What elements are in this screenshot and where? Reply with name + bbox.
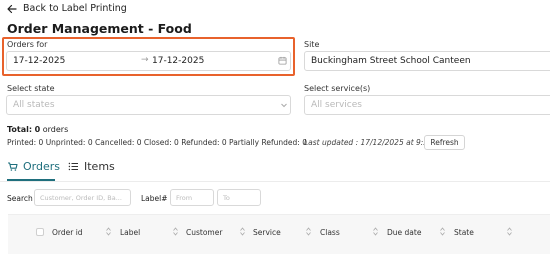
site-select[interactable]: Buckingham Street School Canteen (304, 51, 550, 71)
cart-icon (8, 162, 18, 171)
sort-icon[interactable] (106, 227, 111, 236)
page-title: Order Management - Food (7, 21, 192, 36)
site-value: Buckingham Street School Canteen (311, 56, 471, 66)
sort-icon[interactable] (173, 227, 178, 236)
total-count: 0 (34, 125, 41, 134)
search-input[interactable]: Customer, Order ID, Ba... (34, 189, 131, 206)
refresh-button[interactable]: Refresh (424, 135, 465, 150)
select-all-checkbox[interactable] (36, 228, 44, 236)
search-label: Search (7, 194, 33, 203)
column-service[interactable]: Service (253, 228, 281, 237)
column-due-date[interactable]: Due date (387, 228, 421, 237)
arrow-left-icon (7, 4, 17, 13)
orders-for-label: Orders for (7, 40, 48, 49)
tab-orders[interactable]: Orders (7, 160, 60, 173)
column-order-id[interactable]: Order id (52, 228, 83, 237)
label-to-input[interactable]: To (217, 189, 261, 206)
state-label: Select state (7, 84, 55, 93)
sort-icon[interactable] (440, 227, 445, 236)
tab-items[interactable]: Items (68, 160, 115, 173)
service-placeholder: All services (311, 100, 362, 110)
range-arrow-icon: → (141, 55, 149, 65)
tab-orders-label: Orders (23, 160, 60, 173)
column-customer[interactable]: Customer (186, 228, 222, 237)
total-suffix: orders (42, 125, 69, 134)
date-to-value[interactable]: 17-12-2025 (152, 56, 204, 66)
list-icon (68, 162, 78, 171)
chevron-down-icon (281, 103, 287, 108)
site-label: Site (304, 40, 320, 49)
state-select[interactable]: All states (6, 95, 291, 115)
back-link-label: Back to Label Printing (23, 3, 127, 14)
label-filter-label: Label# (141, 194, 168, 203)
state-placeholder: All states (13, 100, 55, 110)
tab-items-label: Items (84, 160, 115, 173)
column-class[interactable]: Class (320, 228, 340, 237)
sort-icon[interactable] (306, 227, 311, 236)
calendar-icon[interactable] (278, 56, 287, 65)
total-orders: Total: 0 orders (7, 125, 68, 134)
tab-divider (0, 181, 550, 182)
back-link[interactable]: Back to Label Printing (7, 3, 127, 14)
sort-icon[interactable] (507, 227, 512, 236)
column-state[interactable]: State (454, 228, 474, 237)
service-select[interactable]: All services (304, 95, 550, 115)
column-label[interactable]: Label (120, 228, 140, 237)
status-counts: Printed: 0 Unprinted: 0 Cancelled: 0 Clo… (7, 138, 307, 147)
label-from-input[interactable]: From (170, 189, 214, 206)
sort-icon[interactable] (373, 227, 378, 236)
service-label: Select service(s) (304, 84, 371, 93)
date-from-value[interactable]: 17-12-2025 (13, 56, 65, 66)
total-prefix: Total: (7, 125, 33, 134)
active-tab-indicator (7, 179, 55, 181)
sort-icon[interactable] (240, 227, 245, 236)
